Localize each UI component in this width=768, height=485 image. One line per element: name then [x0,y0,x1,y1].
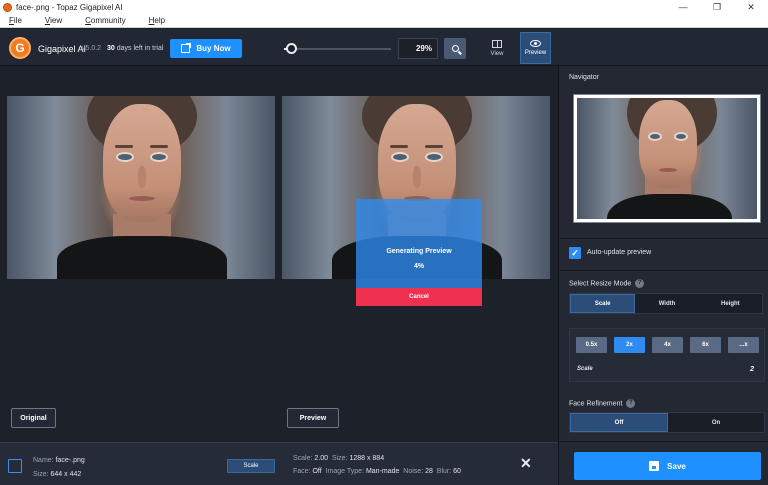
image-name-info: Name: face-.png [33,457,85,464]
minimize-button[interactable]: — [666,0,700,14]
save-label: Save [667,461,686,471]
buy-now-button[interactable]: Buy Now [170,39,242,58]
preview-button[interactable]: Preview [520,32,551,64]
resize-mode-title: Select Resize Mode? [569,279,645,288]
image-name-value: face-.png [55,457,85,464]
cancel-preview-button[interactable]: Cancel [356,288,482,306]
menu-help[interactable]: Help [149,16,165,25]
app-version: v5.0.2 [82,45,102,52]
generating-preview-label: Generating Preview [386,248,452,255]
zoom-slider-track[interactable] [291,48,391,50]
image-size-value: 644 x 442 [50,471,82,478]
navigator-photo [577,98,757,219]
app-icon [3,2,12,12]
select-image-checkbox[interactable] [8,459,22,473]
face-refinement-toggle: Off On [569,412,765,433]
face-refinement-on[interactable]: On [668,413,764,432]
menu-view[interactable]: View [45,16,62,25]
resize-mode-height[interactable]: Height [699,294,762,313]
navigator-title: Navigator [569,74,599,81]
window-title: face-.png - Topaz Gigapixel AI [16,2,123,12]
resize-mode-width[interactable]: Width [635,294,698,313]
zoom-value-field[interactable]: 29% [398,38,438,59]
scale-label: Scale [577,366,593,372]
view-button[interactable]: View [484,33,510,63]
image-info-bar: Name: face-.png Size: 644 x 442 Scale Sc… [0,442,558,485]
face-refinement-off[interactable]: Off [570,413,668,432]
image-size-info: Size: 644 x 442 [33,471,82,478]
scale-option-0-5x[interactable]: 0.5x [576,337,607,353]
buy-now-label: Buy Now [196,44,231,53]
preview-label: Preview [524,50,547,56]
trial-text: days left in trial [116,45,164,52]
save-button[interactable]: Save [574,452,761,480]
eye-icon [530,40,541,47]
maximize-button[interactable]: ❐ [700,0,734,14]
app-name: Gigapixel AI [38,44,87,54]
auto-update-label: Auto-update preview [587,249,652,256]
preview-label-button[interactable]: Preview [287,408,339,428]
trial-notice: 30 days left in trial [107,45,163,52]
resize-mode-chip[interactable]: Scale [227,459,275,473]
original-label-button[interactable]: Original [11,408,56,428]
original-image-panel[interactable] [7,96,275,279]
zoom-slider-thumb[interactable] [286,43,297,54]
preview-progress-text: 4% [413,263,425,270]
output-info-line-2: Face: Off Image Type: Man-made Noise: 28… [293,468,461,475]
window-controls: — ❐ ✕ [666,0,768,14]
output-info-line-1: Scale: 2.00 Size: 1288 x 884 [293,455,385,462]
scale-value[interactable]: 2 [750,366,754,373]
scale-option-4x[interactable]: 4x [652,337,683,353]
navigator-thumbnail[interactable] [573,94,761,223]
face-refinement-title: Face Refinement? [569,399,636,408]
magnifier-icon [451,45,459,52]
auto-update-checkbox[interactable]: ✓ [569,247,581,259]
menu-community[interactable]: Community [85,16,125,25]
remove-image-icon[interactable]: ✕ [520,455,532,472]
scale-option-custom[interactable]: ...x [728,337,759,353]
external-link-icon [181,43,192,53]
scale-option-6x[interactable]: 6x [690,337,721,353]
menu-file[interactable]: File [9,16,22,25]
split-view-icon [492,39,502,48]
help-icon[interactable]: ? [635,279,645,288]
zoom-button[interactable] [444,38,466,59]
view-label: View [490,50,504,57]
original-photo [7,96,275,279]
scale-option-2x[interactable]: 2x [614,337,645,353]
menu-bar: File View Community Help [0,14,768,28]
scale-options-panel: 0.5x 2x 4x 6x ...x Scale 2 [569,328,765,382]
resize-mode-selector: Scale Width Height [569,293,763,314]
settings-sidebar: Navigator ✓ Auto-update preview Select R… [558,66,768,485]
save-disk-icon [649,461,660,471]
trial-days: 30 [107,45,115,52]
resize-mode-scale[interactable]: Scale [570,294,636,313]
generating-preview-overlay: Generating Preview 4% [356,199,482,288]
help-icon[interactable]: ? [626,399,636,408]
window-titlebar: face-.png - Topaz Gigapixel AI — ❐ ✕ [0,0,768,14]
close-window-button[interactable]: ✕ [734,0,768,14]
gigapixel-logo-icon: G [9,37,31,59]
